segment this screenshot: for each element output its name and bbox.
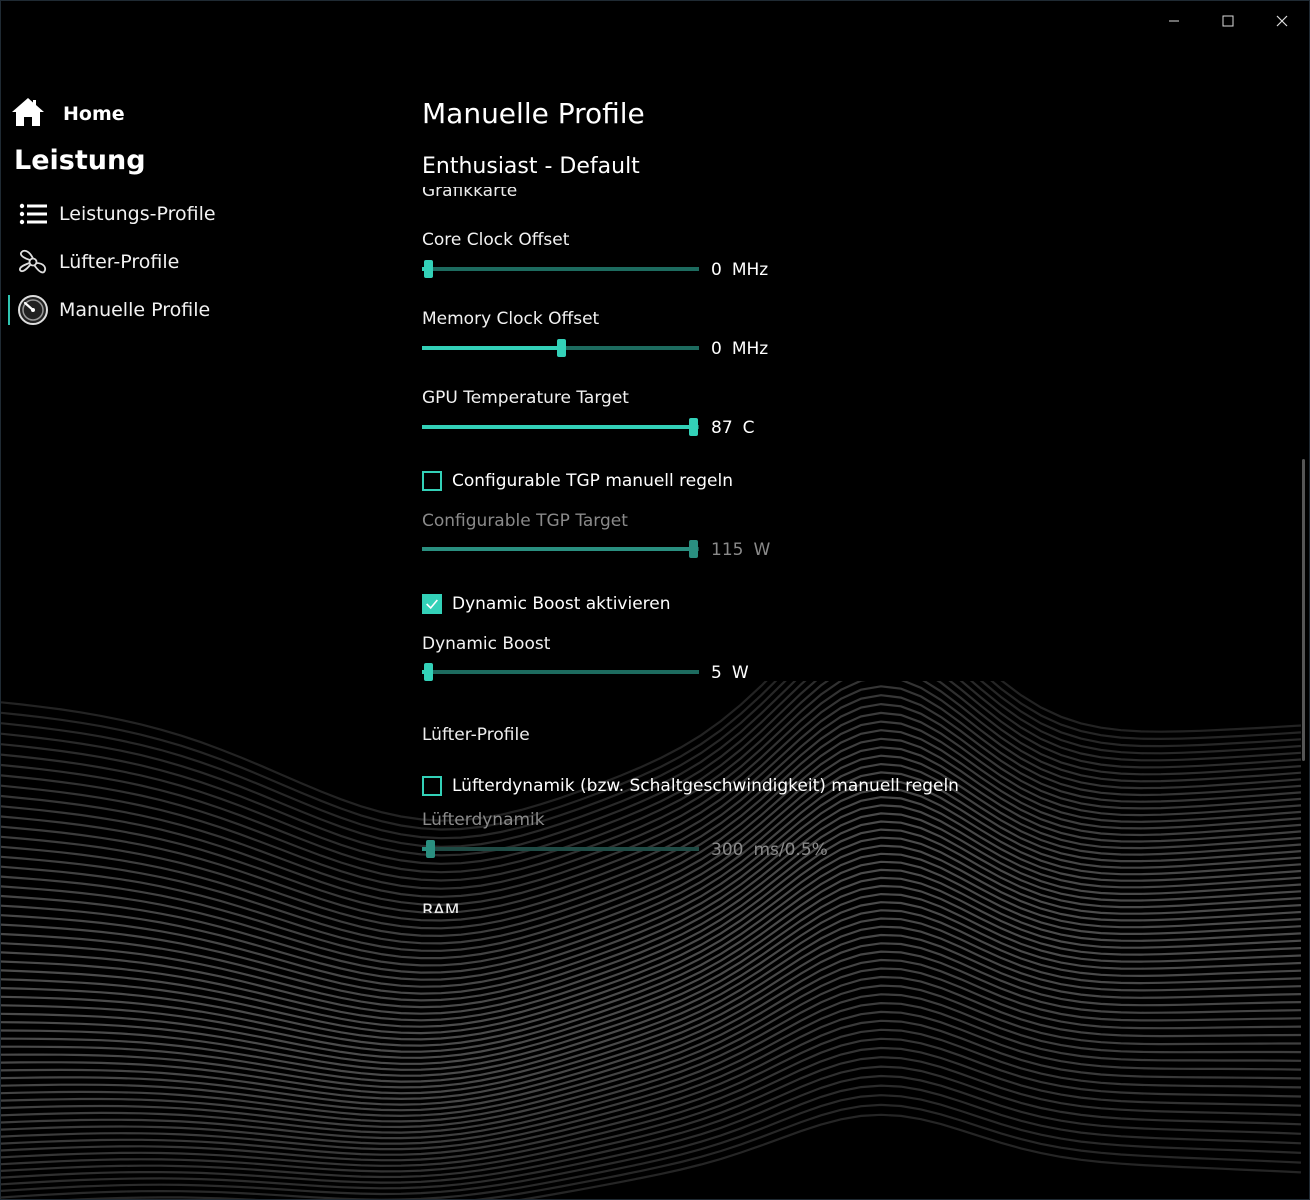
fan-dynamics-value: 300 ms/0.5% [711,840,828,860]
close-icon [1276,15,1288,27]
sidebar-item-label: Manuelle Profile [59,299,211,321]
sidebar-item-label: Leistungs-Profile [59,203,216,225]
memory-clock-value: 0 MHz [711,339,769,359]
home-label: Home [63,103,125,125]
home-icon [11,97,45,131]
window-caption-buttons [1147,1,1309,41]
gpu-temp-slider[interactable] [422,417,699,437]
tgp-target-value: 115 W [711,540,771,560]
settings-scroll-region[interactable]: Grafikkarte Core Clock Offset 0 MHz Memor… [381,187,1281,913]
minimize-icon [1169,20,1179,22]
list-icon [17,198,49,230]
tgp-manual-checkbox[interactable]: Configurable TGP manuell regeln [422,471,733,491]
minimize-button[interactable] [1147,1,1201,41]
core-clock-slider[interactable] [422,259,699,279]
active-indicator [8,295,10,325]
slider-thumb[interactable] [426,840,435,858]
group-heading-ram: RAM [422,901,460,913]
app-window: Home Leistung Leistungs-Profile Lüfter-P… [0,0,1310,1200]
tgp-target-label: Configurable TGP Target [422,511,628,531]
gpu-temp-label: GPU Temperature Target [422,388,629,408]
checkbox-box-checked[interactable] [422,594,442,614]
sidebar-item-luefter-profile[interactable]: Lüfter-Profile [17,246,179,278]
dynamic-boost-checkbox[interactable]: Dynamic Boost aktivieren [422,594,671,614]
memory-clock-slider[interactable] [422,338,699,358]
maximize-button[interactable] [1201,1,1255,41]
checkbox-label: Dynamic Boost aktivieren [452,594,671,614]
slider-thumb[interactable] [557,339,566,357]
group-heading-gpu: Grafikkarte [422,187,518,201]
gpu-temp-value: 87 C [711,418,755,438]
fan-icon [17,246,49,278]
sidebar-section-title: Leistung [14,145,146,176]
wave-line [1,1074,1302,1190]
sidebar-item-label: Lüfter-Profile [59,251,180,273]
close-button[interactable] [1255,1,1309,41]
memory-clock-label: Memory Clock Offset [422,309,600,329]
checkbox-box[interactable] [422,471,442,491]
core-clock-label: Core Clock Offset [422,230,570,250]
fan-dynamics-label: Lüfterdynamik [422,810,545,830]
core-clock-value: 0 MHz [711,260,769,280]
fan-dynamics-slider[interactable] [422,839,699,859]
tgp-target-slider[interactable] [422,539,699,559]
fan-manual-checkbox[interactable]: Lüfterdynamik (bzw. Schaltgeschwindigkei… [422,776,959,796]
vertical-scrollbar[interactable] [1302,459,1305,761]
maximize-icon [1222,15,1234,27]
profile-name: Enthusiast - Default [422,154,640,179]
checkmark-icon [426,599,438,610]
slider-thumb[interactable] [689,418,698,436]
group-heading-fan: Lüfter-Profile [422,725,530,745]
dynamic-boost-value: 5W [711,663,749,683]
page-title: Manuelle Profile [422,97,645,130]
checkbox-label: Configurable TGP manuell regeln [452,471,733,491]
sidebar-item-leistungs-profile[interactable]: Leistungs-Profile [17,198,216,230]
slider-thumb[interactable] [424,260,433,278]
slider-thumb[interactable] [424,663,433,681]
dynamic-boost-slider[interactable] [422,662,699,682]
checkbox-label: Lüfterdynamik (bzw. Schaltgeschwindigkei… [452,776,959,796]
slider-thumb[interactable] [689,540,698,558]
gauge-icon [17,294,49,326]
sidebar-item-manuelle-profile[interactable]: Manuelle Profile [17,294,210,326]
nav-home[interactable]: Home [11,97,125,131]
dynamic-boost-label: Dynamic Boost [422,634,551,654]
checkbox-box[interactable] [422,776,442,796]
